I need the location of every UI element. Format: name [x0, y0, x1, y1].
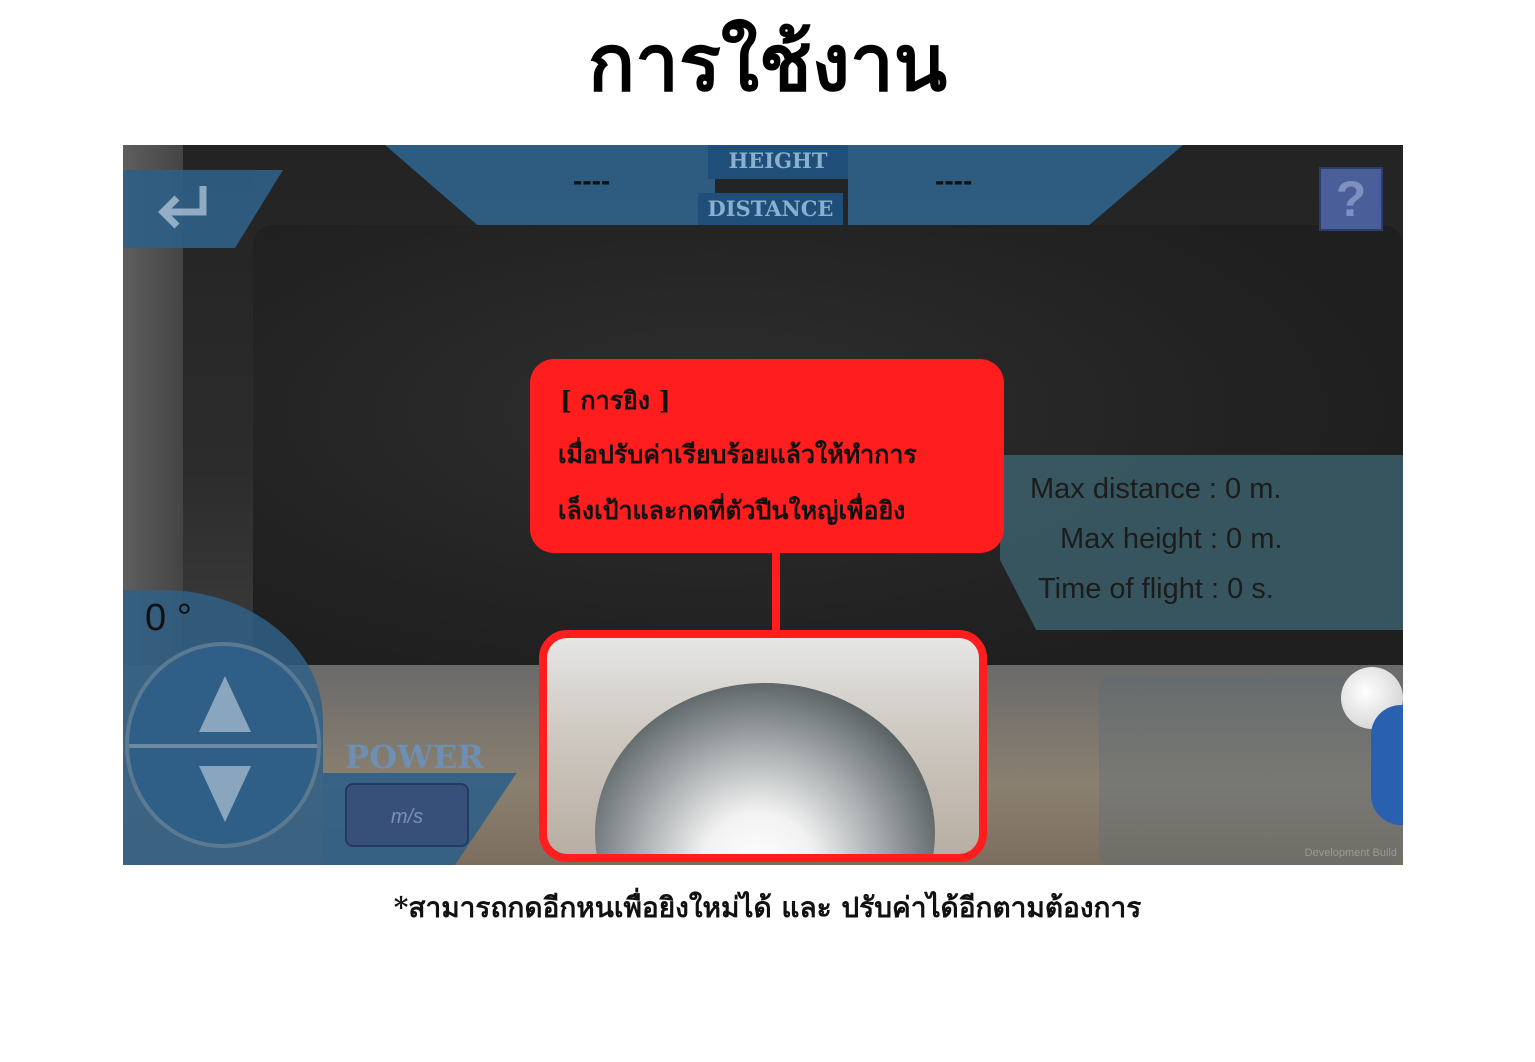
- angle-dial: [125, 642, 321, 848]
- callout-title: [ การยิง ]: [560, 386, 671, 415]
- footnote: *สามารถกดอีกหนเพื่อยิงใหม่ได้ และ ปรับค่…: [393, 891, 1142, 924]
- cannon[interactable]: [595, 683, 935, 854]
- return-arrow-icon: [158, 186, 207, 229]
- time-of-flight-stat: Time of flight : 0 s.: [1038, 573, 1274, 605]
- distance-label: DISTANCE: [698, 193, 843, 225]
- distance-value: ----: [935, 165, 973, 196]
- distance-banner: [848, 145, 1183, 225]
- development-build-watermark: Development Build: [1304, 847, 1397, 859]
- max-distance-stat: Max distance : 0 m.: [1030, 473, 1282, 505]
- target-blue-object: [1371, 705, 1403, 825]
- angle-readout: 0 °: [145, 597, 192, 639]
- page-title: การใช้งาน: [587, 18, 948, 109]
- shooting-callout: [ การยิง ] เมื่อปรับค่าเรียบร้อยแล้วให้ท…: [530, 359, 1004, 553]
- power-label: POWER: [345, 738, 484, 776]
- app-screenshot: HEIGHT DISTANCE ---- ---- ? Max distance…: [123, 145, 1403, 865]
- callout-text-line1: เมื่อปรับค่าเรียบร้อยแล้วให้ทำการ: [558, 440, 917, 469]
- callout-connector: [772, 550, 780, 634]
- top-hud: HEIGHT DISTANCE ---- ---- ?: [123, 145, 1403, 248]
- callout-text-line2: เล็งเป้าและกดที่ตัวปืนใหญ่เพื่อยิง: [558, 496, 906, 525]
- stats-panel: Max distance : 0 m. Max height : 0 m. Ti…: [1000, 455, 1403, 630]
- height-value: ----: [573, 165, 611, 196]
- triangle-up-icon[interactable]: [179, 656, 271, 748]
- max-height-stat: Max height : 0 m.: [1060, 523, 1283, 555]
- height-banner: [385, 145, 715, 225]
- cannon-highlight[interactable]: [539, 630, 987, 862]
- help-button[interactable]: ?: [1319, 167, 1383, 231]
- power-input[interactable]: m/s: [345, 783, 469, 847]
- triangle-down-icon[interactable]: [179, 750, 271, 842]
- height-label: HEIGHT: [708, 145, 848, 179]
